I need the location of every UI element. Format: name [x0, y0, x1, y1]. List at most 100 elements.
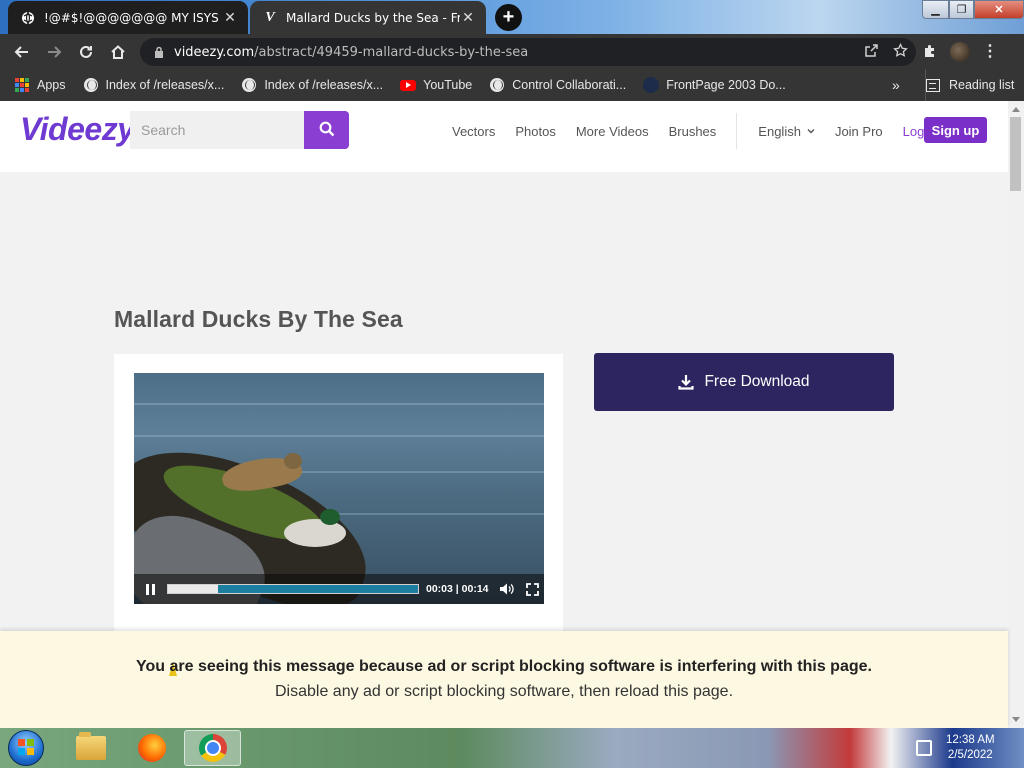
- bookmark-label: Index of /releases/x...: [105, 78, 225, 92]
- address-bar[interactable]: videezy.com/abstract/49459-mallard-ducks…: [140, 38, 916, 66]
- bookmark-label: Index of /releases/x...: [264, 78, 384, 92]
- language-label: English: [758, 123, 801, 139]
- url-text: videezy.com/abstract/49459-mallard-ducks…: [174, 45, 528, 60]
- globe-icon: [20, 10, 36, 26]
- new-tab-button[interactable]: +: [495, 4, 522, 31]
- video-time: 00:03 | 00:14: [426, 583, 489, 595]
- bookmark-frontpage[interactable]: FrontPage 2003 Do...: [643, 77, 786, 93]
- globe-icon: [489, 77, 505, 93]
- bookmark-control-collaboration[interactable]: Control Collaborati...: [489, 77, 626, 93]
- network-icon[interactable]: [916, 740, 932, 756]
- pause-icon[interactable]: [138, 574, 162, 604]
- male-mallard-head-shape: [320, 509, 340, 525]
- bookmark-youtube[interactable]: YouTube: [400, 77, 472, 93]
- scroll-up-arrow-icon[interactable]: [1012, 107, 1020, 112]
- bookmark-index-releases-1[interactable]: Index of /releases/x...: [83, 77, 225, 93]
- taskbar-clock[interactable]: 12:38 AM 2/5/2022: [946, 733, 995, 763]
- reading-list-button[interactable]: Reading list: [925, 69, 1014, 101]
- folder-icon: [75, 732, 106, 760]
- duration: 00:14: [461, 583, 489, 595]
- extension-area: ⋮: [922, 38, 998, 66]
- menu-kebab-icon[interactable]: ⋮: [982, 44, 998, 60]
- home-icon[interactable]: [102, 36, 134, 68]
- seek-progress-fill: [168, 585, 218, 593]
- adblock-warning-headline: You are seeing this message because ad o…: [136, 658, 872, 675]
- tab-mallard-ducks[interactable]: V Mallard Ducks by the Sea - Free Stock …: [250, 1, 486, 34]
- browser-tab-strip: !@#$!@@@@@@@ MY ISYS PROFILE ✕ V Mallard…: [0, 0, 1024, 34]
- bookmark-star-icon[interactable]: [893, 42, 908, 61]
- page-scrollbar[interactable]: [1008, 101, 1024, 728]
- bookmark-label: FrontPage 2003 Do...: [666, 78, 786, 92]
- fullscreen-icon[interactable]: [524, 580, 542, 598]
- water-wave: [134, 403, 544, 405]
- start-button[interactable]: [8, 730, 44, 766]
- nav-more-videos[interactable]: More Videos: [576, 124, 649, 139]
- bookmarks-bar: Apps Index of /releases/x... Index of /r…: [0, 69, 1024, 101]
- male-mallard-shape: [284, 519, 346, 547]
- url-domain: videezy.com: [174, 44, 255, 60]
- lock-icon[interactable]: [152, 46, 166, 58]
- minimize-button[interactable]: ▁: [922, 0, 949, 19]
- close-tab-icon[interactable]: ✕: [222, 9, 238, 26]
- scrollbar-thumb[interactable]: [1010, 117, 1021, 191]
- forward-icon[interactable]: [38, 36, 70, 68]
- bookmark-label: Apps: [37, 78, 66, 92]
- adblock-warning-instruction: Disable any ad or script blocking softwa…: [274, 683, 734, 700]
- globe-icon: [83, 77, 99, 93]
- clock-time: 12:38 AM: [946, 734, 995, 746]
- search-button[interactable]: [304, 111, 349, 149]
- language-dropdown[interactable]: English: [758, 124, 815, 139]
- bookmark-index-releases-2[interactable]: Index of /releases/x...: [241, 77, 383, 93]
- volume-icon[interactable]: [498, 580, 516, 598]
- video-seek-bar[interactable]: [167, 584, 419, 594]
- site-nav: Vectors Photos More Videos Brushes Engli…: [452, 111, 958, 151]
- videezy-logo[interactable]: Videezy: [20, 111, 135, 148]
- video-controls: 00:03 | 00:14: [134, 574, 544, 604]
- extensions-puzzle-icon[interactable]: [922, 43, 938, 62]
- back-icon[interactable]: [6, 36, 38, 68]
- restore-button[interactable]: ❐: [949, 0, 974, 19]
- profile-avatar[interactable]: [950, 42, 970, 62]
- taskbar-file-explorer[interactable]: [62, 730, 119, 766]
- windows-logo-icon: [17, 738, 35, 759]
- adblock-warning-banner: You are seeing this message because ad o…: [0, 631, 1008, 728]
- bookmarks-overflow-button[interactable]: »: [892, 69, 900, 101]
- tab-title: !@#$!@@@@@@@ MY ISYS PROFILE: [44, 10, 222, 25]
- free-download-button[interactable]: Free Download: [594, 353, 894, 411]
- chrome-icon: [198, 734, 227, 762]
- time-separator: |: [455, 583, 459, 595]
- scroll-down-arrow-icon[interactable]: [1012, 717, 1020, 722]
- windows-taskbar: 12:38 AM 2/5/2022: [0, 728, 1024, 768]
- url-path: /abstract/49459-mallard-ducks-by-the-sea: [254, 44, 529, 60]
- taskbar-chrome[interactable]: [184, 730, 241, 766]
- reload-icon[interactable]: [70, 36, 102, 68]
- nav-photos[interactable]: Photos: [515, 124, 555, 139]
- taskbar-firefox[interactable]: [123, 730, 180, 766]
- reading-list-icon: [926, 78, 940, 92]
- water-wave: [134, 435, 544, 437]
- nav-vectors[interactable]: Vectors: [452, 124, 495, 139]
- videezy-favicon-icon: V: [265, 9, 275, 25]
- screen: !@#$!@@@@@@@ MY ISYS PROFILE ✕ V Mallard…: [0, 0, 1024, 768]
- video-player[interactable]: 00:03 | 00:14: [134, 373, 544, 604]
- youtube-icon: [400, 77, 417, 93]
- bookmark-apps[interactable]: Apps: [14, 77, 66, 93]
- close-window-button[interactable]: ✕: [974, 0, 1024, 19]
- share-icon[interactable]: [864, 43, 879, 61]
- firefox-icon: [137, 734, 166, 762]
- close-tab-icon[interactable]: ✕: [460, 9, 476, 26]
- video-card: 00:03 | 00:14: [114, 354, 563, 644]
- frontpage-icon: [643, 77, 660, 93]
- site-header: Videezy Vectors Photos More Videos Brush…: [0, 101, 1008, 172]
- nav-join-pro[interactable]: Join Pro: [835, 124, 883, 139]
- search-input[interactable]: [130, 111, 304, 149]
- address-bar-actions: [864, 38, 908, 66]
- search-icon: [319, 121, 335, 140]
- signup-button[interactable]: Sign up: [924, 117, 987, 143]
- globe-icon: [241, 77, 257, 93]
- tab-isys-profile[interactable]: !@#$!@@@@@@@ MY ISYS PROFILE ✕: [8, 1, 248, 34]
- nav-brushes[interactable]: Brushes: [669, 124, 717, 139]
- nav-divider: [736, 113, 738, 149]
- female-mallard-head-shape: [284, 453, 302, 469]
- tab-title: Mallard Ducks by the Sea - Free Stock Vi…: [286, 10, 460, 25]
